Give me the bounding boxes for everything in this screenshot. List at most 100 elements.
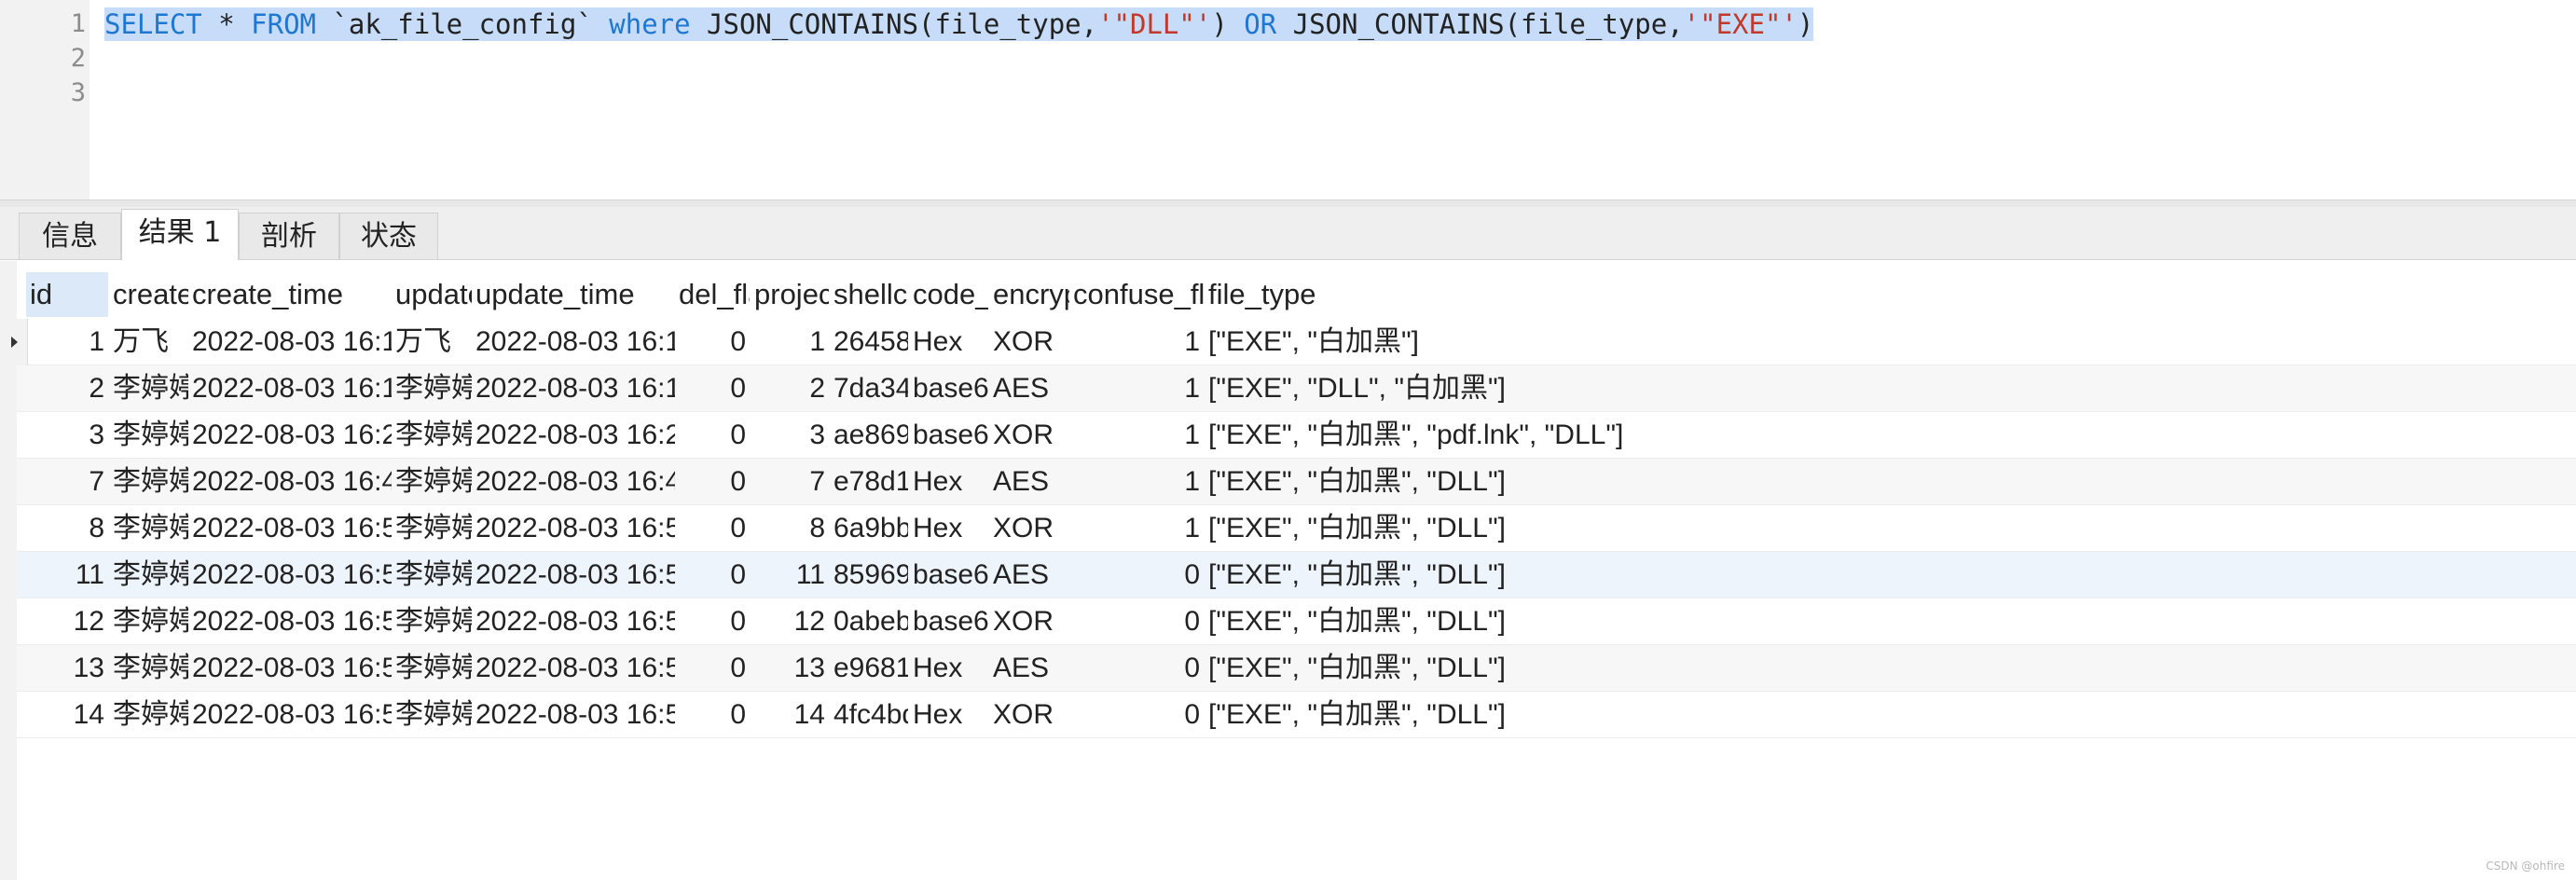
table-cell[interactable]: 1 — [1069, 365, 1204, 412]
column-header-encrypt-ty[interactable]: encrypt_ty — [989, 272, 1069, 317]
table-cell[interactable]: 2022-08-03 16:53:37 — [188, 552, 392, 598]
table-cell[interactable]: 1 — [751, 319, 829, 365]
table-cell[interactable]: ["EXE", "白加黑", "DLL"] — [1205, 692, 2556, 738]
column-header-file-type[interactable]: file_type — [1205, 272, 2556, 317]
table-cell[interactable]: 李婷婷 — [109, 505, 188, 552]
table-cell[interactable]: 2 — [26, 365, 108, 412]
table-cell[interactable]: 2022-08-03 16:53:44 — [472, 552, 675, 598]
table-cell[interactable]: 2022-08-03 16:56:29 — [472, 598, 675, 645]
table-cell[interactable]: ["EXE", "DLL", "白加黑"] — [1205, 365, 2556, 412]
table-cell[interactable]: 1 — [1069, 459, 1204, 505]
table-row[interactable]: 8李婷婷2022-08-03 16:50:14李婷婷2022-08-03 16:… — [17, 505, 2576, 552]
table-cell[interactable]: 2022-08-03 16:49:14 — [188, 459, 392, 505]
table-row[interactable]: 3李婷婷2022-08-03 16:24:00李婷婷2022-08-03 16:… — [17, 412, 2576, 459]
table-cell[interactable]: 0 — [675, 692, 750, 738]
table-cell[interactable]: 6a9bb12f2 — [830, 505, 908, 552]
table-cell[interactable]: 李婷婷 — [392, 412, 472, 459]
table-row[interactable]: 14李婷婷2022-08-03 16:57:32李婷婷2022-08-03 16… — [17, 692, 2576, 738]
editor-line-1[interactable]: 1 SELECT * FROM `ak_file_config` where J… — [0, 7, 2576, 41]
tab-status[interactable]: 状态 — [339, 213, 438, 259]
table-cell[interactable]: 万飞 — [392, 319, 472, 365]
table-cell[interactable]: ["EXE", "白加黑", "DLL"] — [1205, 459, 2556, 505]
table-cell[interactable]: 2 — [751, 365, 829, 412]
table-cell[interactable]: 2022-08-03 16:24:00 — [188, 412, 392, 459]
table-cell[interactable]: 7 — [26, 459, 108, 505]
table-row[interactable]: 7李婷婷2022-08-03 16:49:14李婷婷2022-08-03 16:… — [17, 459, 2576, 505]
column-header-id[interactable]: id — [26, 272, 108, 317]
editor-line-3[interactable]: 3 — [0, 76, 2576, 110]
table-cell[interactable]: 12 — [26, 598, 108, 645]
table-cell[interactable]: AES — [989, 459, 1069, 505]
table-cell[interactable]: 2022-08-03 16:18:20 — [188, 365, 392, 412]
table-cell[interactable]: base64 — [909, 552, 988, 598]
table-cell[interactable]: 0abeb16f0 — [830, 598, 908, 645]
table-cell[interactable]: 0 — [675, 598, 750, 645]
table-cell[interactable]: 13 — [751, 645, 829, 692]
table-cell[interactable]: AES — [989, 645, 1069, 692]
table-cell[interactable]: 4fc4bd7d5 — [830, 692, 908, 738]
table-cell[interactable]: ae869311( — [830, 412, 908, 459]
table-cell[interactable]: 3 — [751, 412, 829, 459]
table-cell[interactable]: 85969552l — [830, 552, 908, 598]
table-cell[interactable]: Hex — [909, 692, 988, 738]
table-cell[interactable]: 2022-08-03 16:57:07 — [472, 645, 675, 692]
table-cell[interactable]: 0 — [1069, 552, 1204, 598]
table-cell[interactable]: 7 — [751, 459, 829, 505]
table-cell[interactable]: Hex — [909, 645, 988, 692]
table-cell[interactable]: 2022-08-03 16:50:22 — [472, 505, 675, 552]
table-cell[interactable]: 李婷婷 — [392, 552, 472, 598]
table-cell[interactable]: AES — [989, 365, 1069, 412]
table-cell[interactable]: 13 — [26, 645, 108, 692]
editor-line-2[interactable]: 2 — [0, 42, 2576, 76]
table-cell[interactable]: 2022-08-03 16:57:40 — [472, 692, 675, 738]
column-header-shellcode[interactable]: shellcode_ — [830, 272, 908, 317]
table-cell[interactable]: 2022-08-03 16:24:08 — [472, 412, 675, 459]
tab-info[interactable]: 信息 — [19, 213, 121, 259]
table-cell[interactable]: 2022-08-03 16:56:21 — [188, 598, 392, 645]
table-cell[interactable]: 1 — [1069, 505, 1204, 552]
table-cell[interactable]: 0 — [1069, 645, 1204, 692]
table-cell[interactable]: 0 — [675, 552, 750, 598]
table-cell[interactable]: XOR — [989, 598, 1069, 645]
table-cell[interactable]: 2022-08-03 16:57:32 — [188, 692, 392, 738]
table-cell[interactable]: 2022-08-03 16:49:22 — [472, 459, 675, 505]
table-cell[interactable]: 李婷婷 — [109, 365, 188, 412]
column-header-create-use[interactable]: create_use — [109, 272, 188, 317]
table-cell[interactable]: ["EXE", "白加黑"] — [1205, 319, 2556, 365]
table-cell[interactable]: base64 — [909, 598, 988, 645]
table-cell[interactable]: 14 — [26, 692, 108, 738]
column-header-del-flag[interactable]: del_flag — [675, 272, 750, 317]
results-grid[interactable]: idcreate_usecreate_timeupdate_usupdate_t… — [0, 261, 2576, 880]
table-row[interactable]: 2李婷婷2022-08-03 16:18:20李婷婷2022-08-03 16:… — [17, 365, 2576, 412]
table-cell[interactable]: ["EXE", "白加黑", "DLL"] — [1205, 552, 2556, 598]
table-cell[interactable]: 14 — [751, 692, 829, 738]
column-header-project-id[interactable]: project_id — [751, 272, 829, 317]
table-row[interactable]: 12李婷婷2022-08-03 16:56:21李婷婷2022-08-03 16… — [17, 598, 2576, 645]
table-cell[interactable]: 0 — [1069, 692, 1204, 738]
table-cell[interactable]: 11 — [26, 552, 108, 598]
table-cell[interactable]: e96817ae7 — [830, 645, 908, 692]
table-cell[interactable]: 万飞 — [109, 319, 188, 365]
table-cell[interactable]: 26458f540 — [830, 319, 908, 365]
column-header-create-time[interactable]: create_time — [188, 272, 392, 317]
table-cell[interactable]: 0 — [675, 645, 750, 692]
table-cell[interactable]: 1 — [26, 319, 108, 365]
table-cell[interactable]: 8 — [26, 505, 108, 552]
table-cell[interactable]: 0 — [675, 319, 750, 365]
column-header-update-time[interactable]: update_time — [472, 272, 675, 317]
table-cell[interactable]: 0 — [675, 505, 750, 552]
table-cell[interactable]: 0 — [675, 412, 750, 459]
column-header-confuse-flag[interactable]: confuse_flag — [1069, 272, 1204, 317]
table-cell[interactable]: ["EXE", "白加黑", "DLL"] — [1205, 645, 2556, 692]
table-cell[interactable]: 2022-08-03 16:14:35 — [472, 319, 675, 365]
table-cell[interactable]: XOR — [989, 319, 1069, 365]
table-row[interactable]: 1万飞2022-08-03 16:14:30万飞2022-08-03 16:14… — [0, 319, 2576, 365]
table-cell[interactable]: e78d15c5c — [830, 459, 908, 505]
table-cell[interactable]: 11 — [751, 552, 829, 598]
table-cell[interactable]: 李婷婷 — [392, 598, 472, 645]
table-cell[interactable]: ["EXE", "白加黑", "DLL"] — [1205, 505, 2556, 552]
table-cell[interactable]: 2022-08-03 16:18:28 — [472, 365, 675, 412]
table-cell[interactable]: Hex — [909, 459, 988, 505]
table-cell[interactable]: Hex — [909, 319, 988, 365]
table-cell[interactable]: 李婷婷 — [109, 645, 188, 692]
